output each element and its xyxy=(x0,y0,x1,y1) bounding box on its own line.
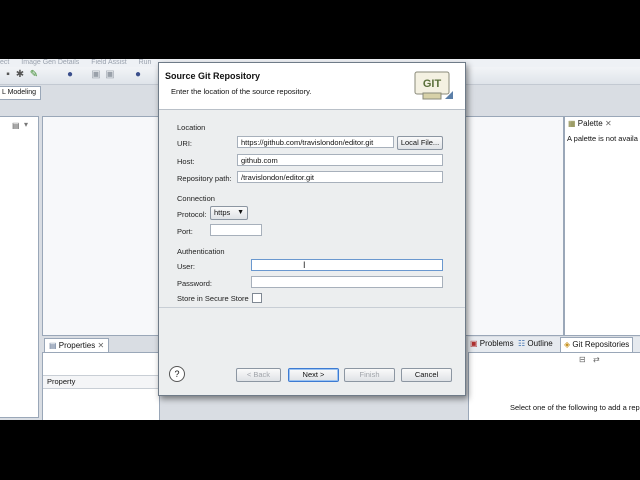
git-logo-icon: GIT xyxy=(413,69,455,103)
properties-icon: ▤ xyxy=(49,341,57,350)
add-repo-icon[interactable]: ⊟ xyxy=(579,355,586,364)
close-icon[interactable]: ✕ xyxy=(605,119,612,128)
save-icon[interactable]: ▣ xyxy=(90,69,102,81)
repository-path-input[interactable]: /travislondon/editor.git xyxy=(237,171,443,183)
repository-path-label: Repository path: xyxy=(177,174,232,183)
properties-tab-label: Properties xyxy=(58,341,96,350)
password-input[interactable] xyxy=(251,276,443,288)
local-file-button[interactable]: Local File... xyxy=(397,136,443,150)
host-input[interactable]: github.com xyxy=(237,154,443,166)
text-cursor-icon: I xyxy=(303,260,306,270)
uri-input[interactable]: https://github.com/travislondon/editor.g… xyxy=(237,136,394,148)
palette-tab[interactable]: ▦ Palette ✕ xyxy=(568,119,612,128)
save-all-icon[interactable]: ▣ xyxy=(104,69,116,81)
dialog-description: Enter the location of the source reposit… xyxy=(171,87,312,96)
palette-tab-label: Palette xyxy=(577,119,603,128)
tab-outline[interactable]: ☷ Outline xyxy=(518,339,553,348)
outline-icon: ☷ xyxy=(518,339,526,348)
git-repositories-message: Select one of the following to add a rep xyxy=(510,403,640,412)
dialog-title: Source Git Repository xyxy=(165,71,261,81)
protocol-value: https xyxy=(214,208,231,217)
property-column-header: Property xyxy=(47,377,76,386)
git-logo-text: GIT xyxy=(423,78,442,90)
port-input[interactable] xyxy=(210,224,262,236)
divider xyxy=(159,307,465,308)
debug-icon[interactable]: ● xyxy=(132,69,144,81)
bottom-tab-bar: ▣ Problems ☷ Outline ◈ Git Repositories xyxy=(468,337,640,353)
palette-view: ▦ Palette ✕ A palette is not availa xyxy=(564,116,640,336)
host-label: Host: xyxy=(177,157,195,166)
menu-item[interactable]: ect xyxy=(0,59,9,66)
globe-icon[interactable]: ● xyxy=(64,69,76,81)
properties-header: Property xyxy=(43,375,159,389)
user-label: User: xyxy=(177,262,195,271)
password-label: Password: xyxy=(177,279,213,288)
palette-icon: ▦ xyxy=(568,119,576,128)
dialog-header: Source Git Repository Enter the location… xyxy=(159,63,465,110)
cancel-button[interactable]: Cancel xyxy=(401,368,452,382)
new-icon[interactable]: ▪ xyxy=(2,69,14,81)
tab-problems-label: Problems xyxy=(479,339,514,348)
connection-group-label: Connection xyxy=(177,194,215,203)
tab-git-repositories-label: Git Repositories xyxy=(572,340,630,349)
authentication-group-label: Authentication xyxy=(177,247,225,256)
editor-area xyxy=(42,116,160,336)
location-group-label: Location xyxy=(177,123,206,132)
menu-item[interactable]: Image Gen Details xyxy=(21,59,79,66)
help-icon[interactable]: ? xyxy=(169,366,185,382)
close-icon[interactable]: ✕ xyxy=(98,341,105,350)
view-menu-icon[interactable]: ▾ xyxy=(24,120,28,129)
git-repo-icon: ◈ xyxy=(564,340,571,349)
source-git-repository-dialog: Source Git Repository Enter the location… xyxy=(158,62,466,396)
back-button[interactable]: < Back xyxy=(236,368,281,382)
menu-item[interactable]: Field Assist xyxy=(91,59,126,66)
user-input[interactable] xyxy=(251,259,443,271)
next-button[interactable]: Next > xyxy=(288,368,339,382)
properties-tab[interactable]: ▤ Properties ✕ xyxy=(44,338,110,353)
menu-item[interactable]: Run xyxy=(139,59,152,66)
finish-button[interactable]: Finish xyxy=(344,368,395,382)
collapse-icon[interactable]: ▤ xyxy=(12,121,20,130)
properties-view: Property xyxy=(42,352,160,420)
problems-icon: ▣ xyxy=(470,339,478,348)
left-view: ▤ ▾ xyxy=(0,116,39,418)
protocol-label: Protocol: xyxy=(177,210,207,219)
gear-icon[interactable]: ✱ xyxy=(14,69,26,81)
chevron-down-icon: ▼ xyxy=(237,209,244,216)
protocol-select[interactable]: https ▼ xyxy=(210,206,248,220)
palette-message: A palette is not availa xyxy=(567,134,638,143)
store-secure-checkbox[interactable] xyxy=(252,293,262,303)
tab-problems[interactable]: ▣ Problems xyxy=(470,339,514,348)
run-icon[interactable]: ✎ xyxy=(28,69,40,81)
tab-git-repositories[interactable]: ◈ Git Repositories xyxy=(560,337,634,352)
perspective-tab[interactable]: L Modeling xyxy=(0,86,41,100)
link-icon[interactable]: ⇄ xyxy=(593,355,600,364)
tab-outline-label: Outline xyxy=(527,339,553,348)
port-label: Port: xyxy=(177,227,193,236)
store-secure-label: Store in Secure Store xyxy=(177,294,249,303)
editor-area-right xyxy=(464,116,564,336)
git-repositories-view: ⊟ ⇄ Select one of the following to add a… xyxy=(468,352,640,420)
uri-label: URI: xyxy=(177,139,192,148)
